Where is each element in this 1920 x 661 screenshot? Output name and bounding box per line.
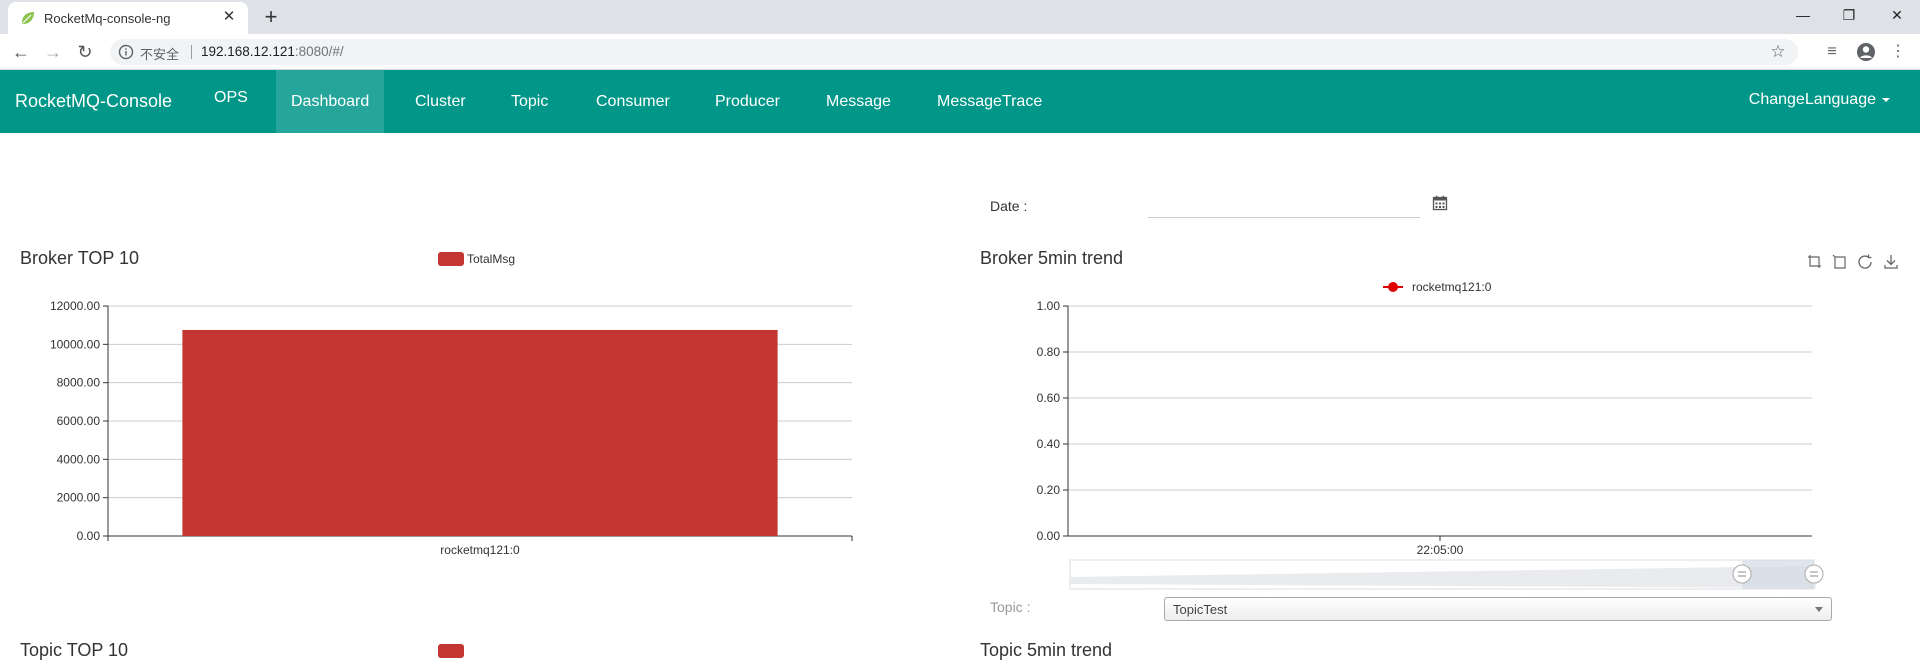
data-zoom-window[interactable] — [1742, 560, 1814, 589]
line-y-tick-label: 1.00 — [1037, 299, 1061, 313]
browser-toolbar: ← → ↻ 不安全 192.168.12.121:8080/#/ ☆ ≡ ⋮ — [0, 34, 1920, 70]
calendar-icon[interactable] — [1432, 195, 1448, 211]
data-zoom-slider[interactable] — [1069, 559, 1824, 590]
download-icon[interactable] — [1882, 253, 1900, 271]
app-navbar: RocketMQ-Console OPS Dashboard Cluster T… — [0, 70, 1920, 133]
line-legend[interactable]: rocketmq121:0 — [1383, 280, 1492, 294]
bar-y-tick-label: 10000.00 — [50, 337, 100, 351]
line-y-axis-ticks: 0.00 0.20 0.40 0.60 0.80 1.00 — [1037, 299, 1069, 543]
insecure-label: 不安全 — [140, 47, 180, 62]
change-language-label: ChangeLanguage — [1748, 91, 1876, 108]
bar-legend-swatch — [438, 252, 464, 266]
reading-list-icon[interactable]: ≡ — [1820, 40, 1844, 64]
line-y-tick-label: 0.80 — [1037, 345, 1061, 359]
topic-select-value: TopicTest — [1173, 602, 1228, 617]
broker-top10-chart: 0.00 2000.00 4000.00 6000.00 8000.00 10000.00… — [50, 252, 853, 557]
topic-trend-title: Topic 5min trend — [980, 640, 1113, 660]
url-path: :8080/#/ — [294, 44, 344, 59]
brand-logo-text[interactable]: RocketMQ-Console — [15, 91, 172, 112]
line-y-tick-label: 0.40 — [1037, 437, 1061, 451]
forward-arrow-icon[interactable]: → — [41, 40, 65, 64]
line-legend-label: rocketmq121:0 — [1412, 280, 1492, 294]
bar-legend[interactable]: TotalMsg — [438, 252, 515, 266]
line-x-tick-label: 22:05:00 — [1417, 543, 1464, 557]
url-text[interactable]: 192.168.12.121:8080/#/ — [201, 44, 344, 59]
omnibox-divider — [191, 45, 192, 59]
bar-y-axis-ticks: 0.00 2000.00 4000.00 6000.00 8000.00 10000.00… — [50, 299, 109, 543]
back-arrow-icon[interactable]: ← — [9, 40, 33, 64]
line-y-tick-label: 0.20 — [1037, 483, 1061, 497]
data-zoom-handle-left[interactable] — [1732, 564, 1752, 584]
bar-y-tick-label: 6000.00 — [57, 414, 101, 428]
address-bar[interactable]: 不安全 192.168.12.121:8080/#/ ☆ — [110, 39, 1798, 65]
bar-x-axis-labels: rocketmq121:0 — [107, 536, 853, 557]
bookmark-star-icon[interactable]: ☆ — [1768, 42, 1788, 62]
bar-y-tick-label: 4000.00 — [57, 452, 101, 466]
minimize-icon[interactable]: — — [1780, 0, 1826, 30]
bar-y-tick-label: 8000.00 — [57, 376, 101, 390]
nav-item-topic[interactable]: Topic — [496, 70, 563, 133]
tab-title: RocketMq-console-ng — [44, 11, 171, 26]
window-close-icon[interactable]: ✕ — [1874, 0, 1920, 30]
zoom-reset-icon[interactable] — [1831, 253, 1849, 271]
bar-y-tick-label: 12000.00 — [50, 299, 100, 313]
change-language-dropdown[interactable]: ChangeLanguage — [1749, 70, 1890, 133]
date-input[interactable] — [1148, 194, 1420, 218]
profile-avatar-icon[interactable] — [1854, 40, 1878, 64]
topic-label: Topic : — [990, 599, 1031, 615]
reload-icon[interactable]: ↻ — [73, 40, 97, 64]
nav-item-cluster[interactable]: Cluster — [400, 70, 481, 133]
bar-rocketmq121-0 — [182, 329, 778, 536]
info-icon[interactable] — [118, 44, 134, 60]
bar-series — [182, 329, 778, 536]
nav-item-message[interactable]: Message — [811, 70, 906, 133]
topic-select[interactable]: TopicTest — [1164, 597, 1832, 621]
broker-trend-title: Broker 5min trend — [980, 248, 1124, 268]
bar-x-tick-label: rocketmq121:0 — [440, 543, 520, 557]
nav-item-messagetrace[interactable]: MessageTrace — [922, 70, 1057, 133]
refresh-icon[interactable] — [1856, 253, 1874, 271]
data-zoom-handle-right[interactable] — [1804, 564, 1824, 584]
restore-icon[interactable]: ❐ — [1826, 0, 1872, 30]
browser-menu-icon[interactable]: ⋮ — [1886, 40, 1910, 64]
nav-item-ops[interactable]: OPS — [199, 68, 263, 131]
bar-y-tick-label: 0.00 — [77, 529, 101, 543]
nav-item-consumer[interactable]: Consumer — [581, 70, 685, 133]
new-tab-button[interactable]: + — [258, 4, 284, 30]
line-grid — [1068, 305, 1812, 537]
topic-top10-title: Topic TOP 10 — [20, 640, 129, 660]
topic-top10-legend-swatch — [438, 644, 464, 658]
browser-tab[interactable]: RocketMq-console-ng ✕ — [8, 2, 248, 34]
line-legend-marker — [1388, 282, 1398, 292]
line-y-tick-label: 0.60 — [1037, 391, 1061, 405]
caret-down-icon — [1882, 97, 1890, 102]
leaf-favicon-icon — [22, 12, 34, 24]
nav-item-dashboard[interactable]: Dashboard — [276, 70, 384, 133]
date-label: Date : — [990, 198, 1028, 214]
bar-y-tick-label: 2000.00 — [57, 491, 101, 505]
bar-legend-label: TotalMsg — [467, 252, 515, 266]
line-x-axis-labels: 22:05:00 — [1417, 536, 1464, 557]
url-host: 192.168.12.121 — [201, 44, 295, 59]
nav-item-producer[interactable]: Producer — [700, 70, 795, 133]
tab-close-icon[interactable]: ✕ — [220, 8, 238, 26]
line-y-tick-label: 0.00 — [1037, 529, 1061, 543]
zoom-icon[interactable] — [1806, 253, 1824, 271]
browser-tab-strip: RocketMq-console-ng ✕ + — ❐ ✕ — [0, 0, 1920, 34]
select-arrow-icon — [1815, 607, 1823, 612]
broker-trend-chart: rocketmq121:0 0.00 0.20 0.40 0.60 0.80 1.00 2… — [1037, 280, 1824, 590]
